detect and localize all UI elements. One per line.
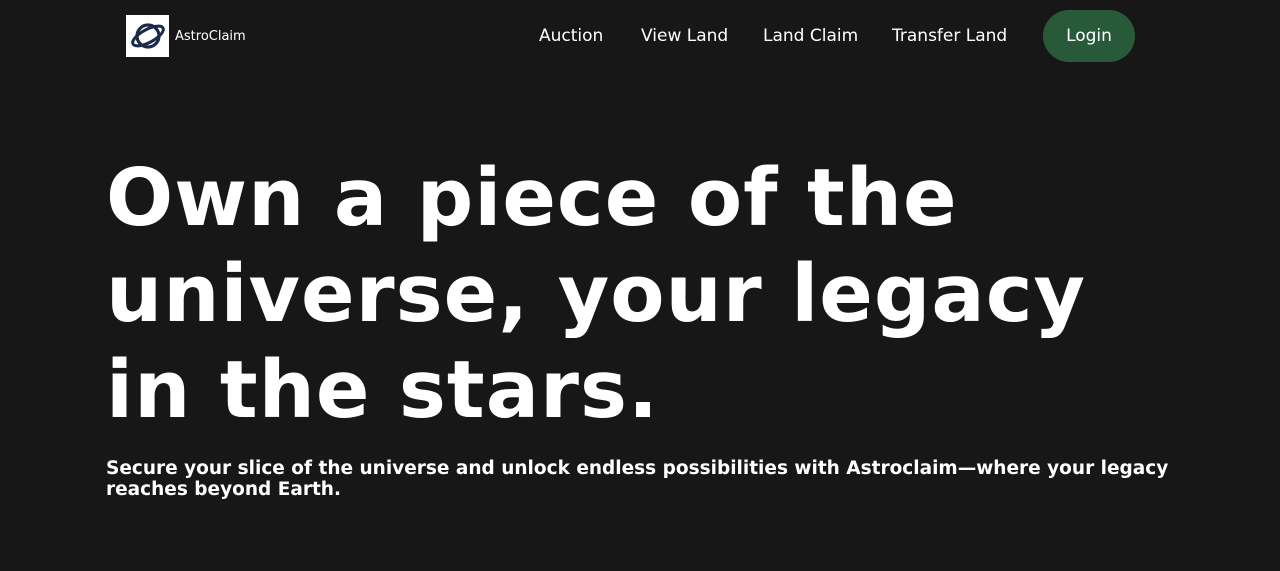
login-button[interactable]: Login [1043, 10, 1135, 62]
site-header: AstroClaim Auction View Land Land Claim … [0, 0, 1280, 72]
nav-link-land-claim[interactable]: Land Claim [763, 25, 858, 47]
main-nav: Auction View Land Land Claim Transfer La… [0, 0, 1280, 72]
nav-link-auction[interactable]: Auction [539, 25, 603, 47]
hero-title: Own a piece of the universe, your legacy… [106, 152, 1087, 436]
nav-link-transfer-land[interactable]: Transfer Land [892, 25, 1007, 47]
hero-subtitle: Secure your slice of the universe and un… [106, 458, 1169, 500]
nav-link-view-land[interactable]: View Land [641, 25, 728, 47]
